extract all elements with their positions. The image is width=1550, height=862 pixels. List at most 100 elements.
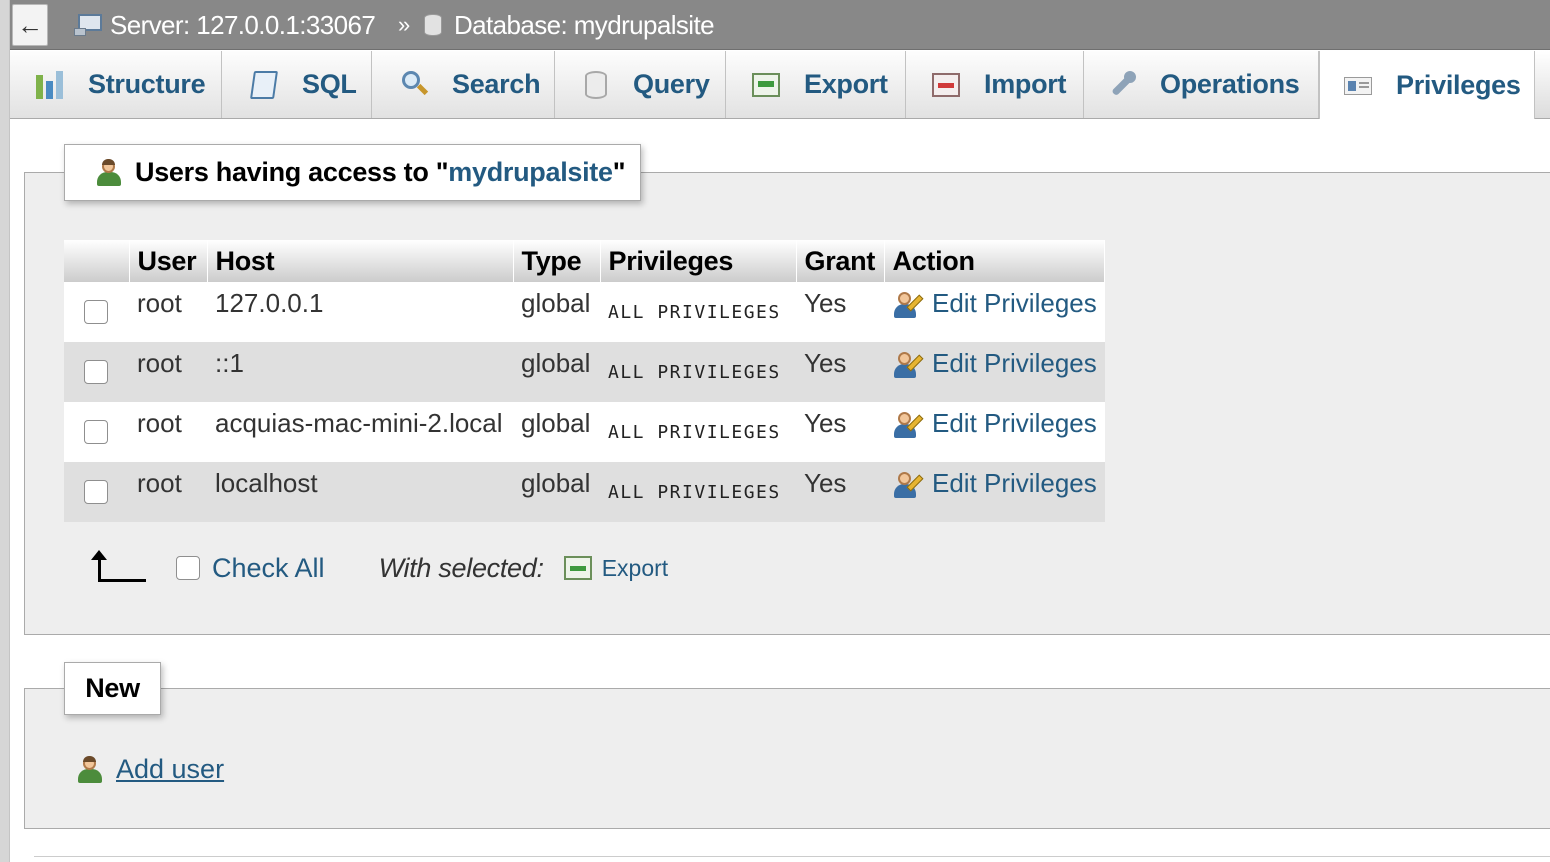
new-fieldset	[24, 688, 1550, 829]
action-cell: Edit Privileges	[884, 462, 1105, 522]
breadcrumb-bar: ← Server: 127.0.0.1:33067 » Database: my…	[10, 0, 1550, 50]
users-section-title: Users having access to " mydrupalsite "	[64, 144, 641, 201]
row-checkbox[interactable]	[84, 360, 108, 384]
edit-privileges-link[interactable]: Edit Privileges	[932, 348, 1097, 378]
sql-icon	[248, 69, 280, 101]
tab-query-label: Query	[633, 69, 710, 99]
header-type: Type	[513, 240, 601, 282]
user-cell: root	[129, 402, 207, 462]
type-cell: global	[513, 282, 600, 342]
grant-cell: Yes	[796, 342, 884, 402]
row-select-cell	[64, 342, 129, 402]
breadcrumb-database-label[interactable]: Database: mydrupalsite	[454, 10, 715, 41]
users-title-prefix: Users having access to "	[135, 157, 449, 187]
tab-bar: Structure SQL Search Query Export Import…	[10, 51, 1550, 119]
host-cell: 127.0.0.1	[207, 282, 513, 342]
database-icon	[424, 14, 442, 36]
new-section-title: New	[64, 662, 161, 715]
users-title-suffix: "	[612, 157, 626, 187]
type-cell: global	[513, 462, 600, 522]
edit-privileges-icon[interactable]	[892, 290, 924, 320]
breadcrumb-separator: »	[398, 12, 410, 37]
type-cell: global	[513, 342, 600, 402]
users-title-database: mydrupalsite	[448, 157, 613, 187]
users-table: User Host Type Privileges Grant Action r…	[64, 240, 1106, 522]
with-selected-label: With selected:	[378, 552, 544, 583]
divider	[34, 856, 1550, 857]
back-button[interactable]: ←	[12, 4, 48, 46]
action-cell: Edit Privileges	[884, 282, 1105, 342]
breadcrumb-server[interactable]: Server: 127.0.0.1:33067	[74, 0, 376, 50]
export-icon	[750, 69, 782, 101]
left-panel-edge	[0, 0, 10, 862]
grant-cell: Yes	[796, 402, 884, 462]
user-cell: root	[129, 342, 207, 402]
breadcrumb-server-label[interactable]: Server: 127.0.0.1:33067	[110, 10, 376, 41]
row-checkbox[interactable]	[84, 300, 108, 324]
host-cell: acquias-mac-mini-2.local	[207, 402, 513, 462]
user-cell: root	[129, 282, 207, 342]
tab-sql-label: SQL	[302, 69, 357, 99]
grant-cell: Yes	[796, 282, 884, 342]
tab-import[interactable]: Import	[906, 51, 1084, 118]
structure-icon	[34, 69, 66, 101]
tab-privileges[interactable]: Privileges	[1319, 51, 1535, 119]
breadcrumb-database[interactable]: Database: mydrupalsite	[424, 0, 715, 50]
edit-privileges-link[interactable]: Edit Privileges	[932, 408, 1097, 438]
bulk-actions: Check All With selected: Export	[88, 548, 668, 588]
tab-export-label: Export	[804, 69, 888, 99]
header-privileges: Privileges	[600, 240, 797, 282]
tab-search[interactable]: Search	[372, 51, 555, 118]
user-cell: root	[129, 462, 207, 522]
tab-privileges-label: Privileges	[1396, 69, 1521, 100]
grant-cell: Yes	[796, 462, 884, 522]
edit-privileges-link[interactable]: Edit Privileges	[932, 468, 1097, 498]
add-user-link[interactable]: Add user	[74, 754, 224, 785]
tab-operations[interactable]: Operations	[1084, 51, 1319, 118]
row-select-cell	[64, 462, 129, 522]
import-icon	[930, 69, 962, 101]
row-select-cell	[64, 402, 129, 462]
add-user-icon[interactable]	[74, 755, 106, 785]
edit-privileges-icon[interactable]	[892, 350, 924, 380]
action-cell: Edit Privileges	[884, 342, 1105, 402]
export-icon[interactable]	[562, 554, 594, 582]
privileges-cell: ALL PRIVILEGES	[600, 342, 796, 402]
action-cell: Edit Privileges	[884, 402, 1105, 462]
type-cell: global	[513, 402, 600, 462]
search-icon	[398, 69, 430, 101]
edit-privileges-icon[interactable]	[892, 470, 924, 500]
export-selected-button[interactable]: Export	[602, 555, 668, 582]
tab-query[interactable]: Query	[555, 51, 726, 118]
tab-structure[interactable]: Structure	[10, 51, 222, 118]
add-user-label[interactable]: Add user	[116, 754, 224, 785]
row-checkbox[interactable]	[84, 420, 108, 444]
tab-export[interactable]: Export	[726, 51, 906, 118]
table-row: root localhost global ALL PRIVILEGES Yes…	[64, 462, 1105, 522]
check-all-checkbox[interactable]	[176, 556, 200, 580]
host-cell: ::1	[207, 342, 513, 402]
table-header-row: User Host Type Privileges Grant Action	[64, 240, 1106, 282]
edit-privileges-icon[interactable]	[892, 410, 924, 440]
privileges-text: ALL PRIVILEGES	[608, 302, 781, 323]
table-row: root acquias-mac-mini-2.local global ALL…	[64, 402, 1105, 462]
tab-import-label: Import	[984, 69, 1067, 99]
check-all-label[interactable]: Check All	[212, 553, 325, 584]
tab-search-label: Search	[452, 69, 541, 99]
tab-operations-label: Operations	[1160, 69, 1300, 99]
privileges-text: ALL PRIVILEGES	[608, 422, 781, 443]
header-select	[64, 240, 130, 282]
wrench-icon	[1106, 69, 1138, 101]
privileges-icon	[1342, 69, 1374, 101]
host-cell: localhost	[207, 462, 513, 522]
row-checkbox[interactable]	[84, 480, 108, 504]
tab-sql[interactable]: SQL	[222, 51, 372, 118]
table-row: root ::1 global ALL PRIVILEGES Yes Edit …	[64, 342, 1105, 402]
privileges-cell: ALL PRIVILEGES	[600, 282, 796, 342]
header-user: User	[129, 240, 208, 282]
edit-privileges-link[interactable]: Edit Privileges	[932, 288, 1097, 318]
user-group-icon	[93, 158, 125, 188]
header-action: Action	[884, 240, 1106, 282]
row-select-cell	[64, 282, 129, 342]
server-icon	[74, 14, 102, 36]
